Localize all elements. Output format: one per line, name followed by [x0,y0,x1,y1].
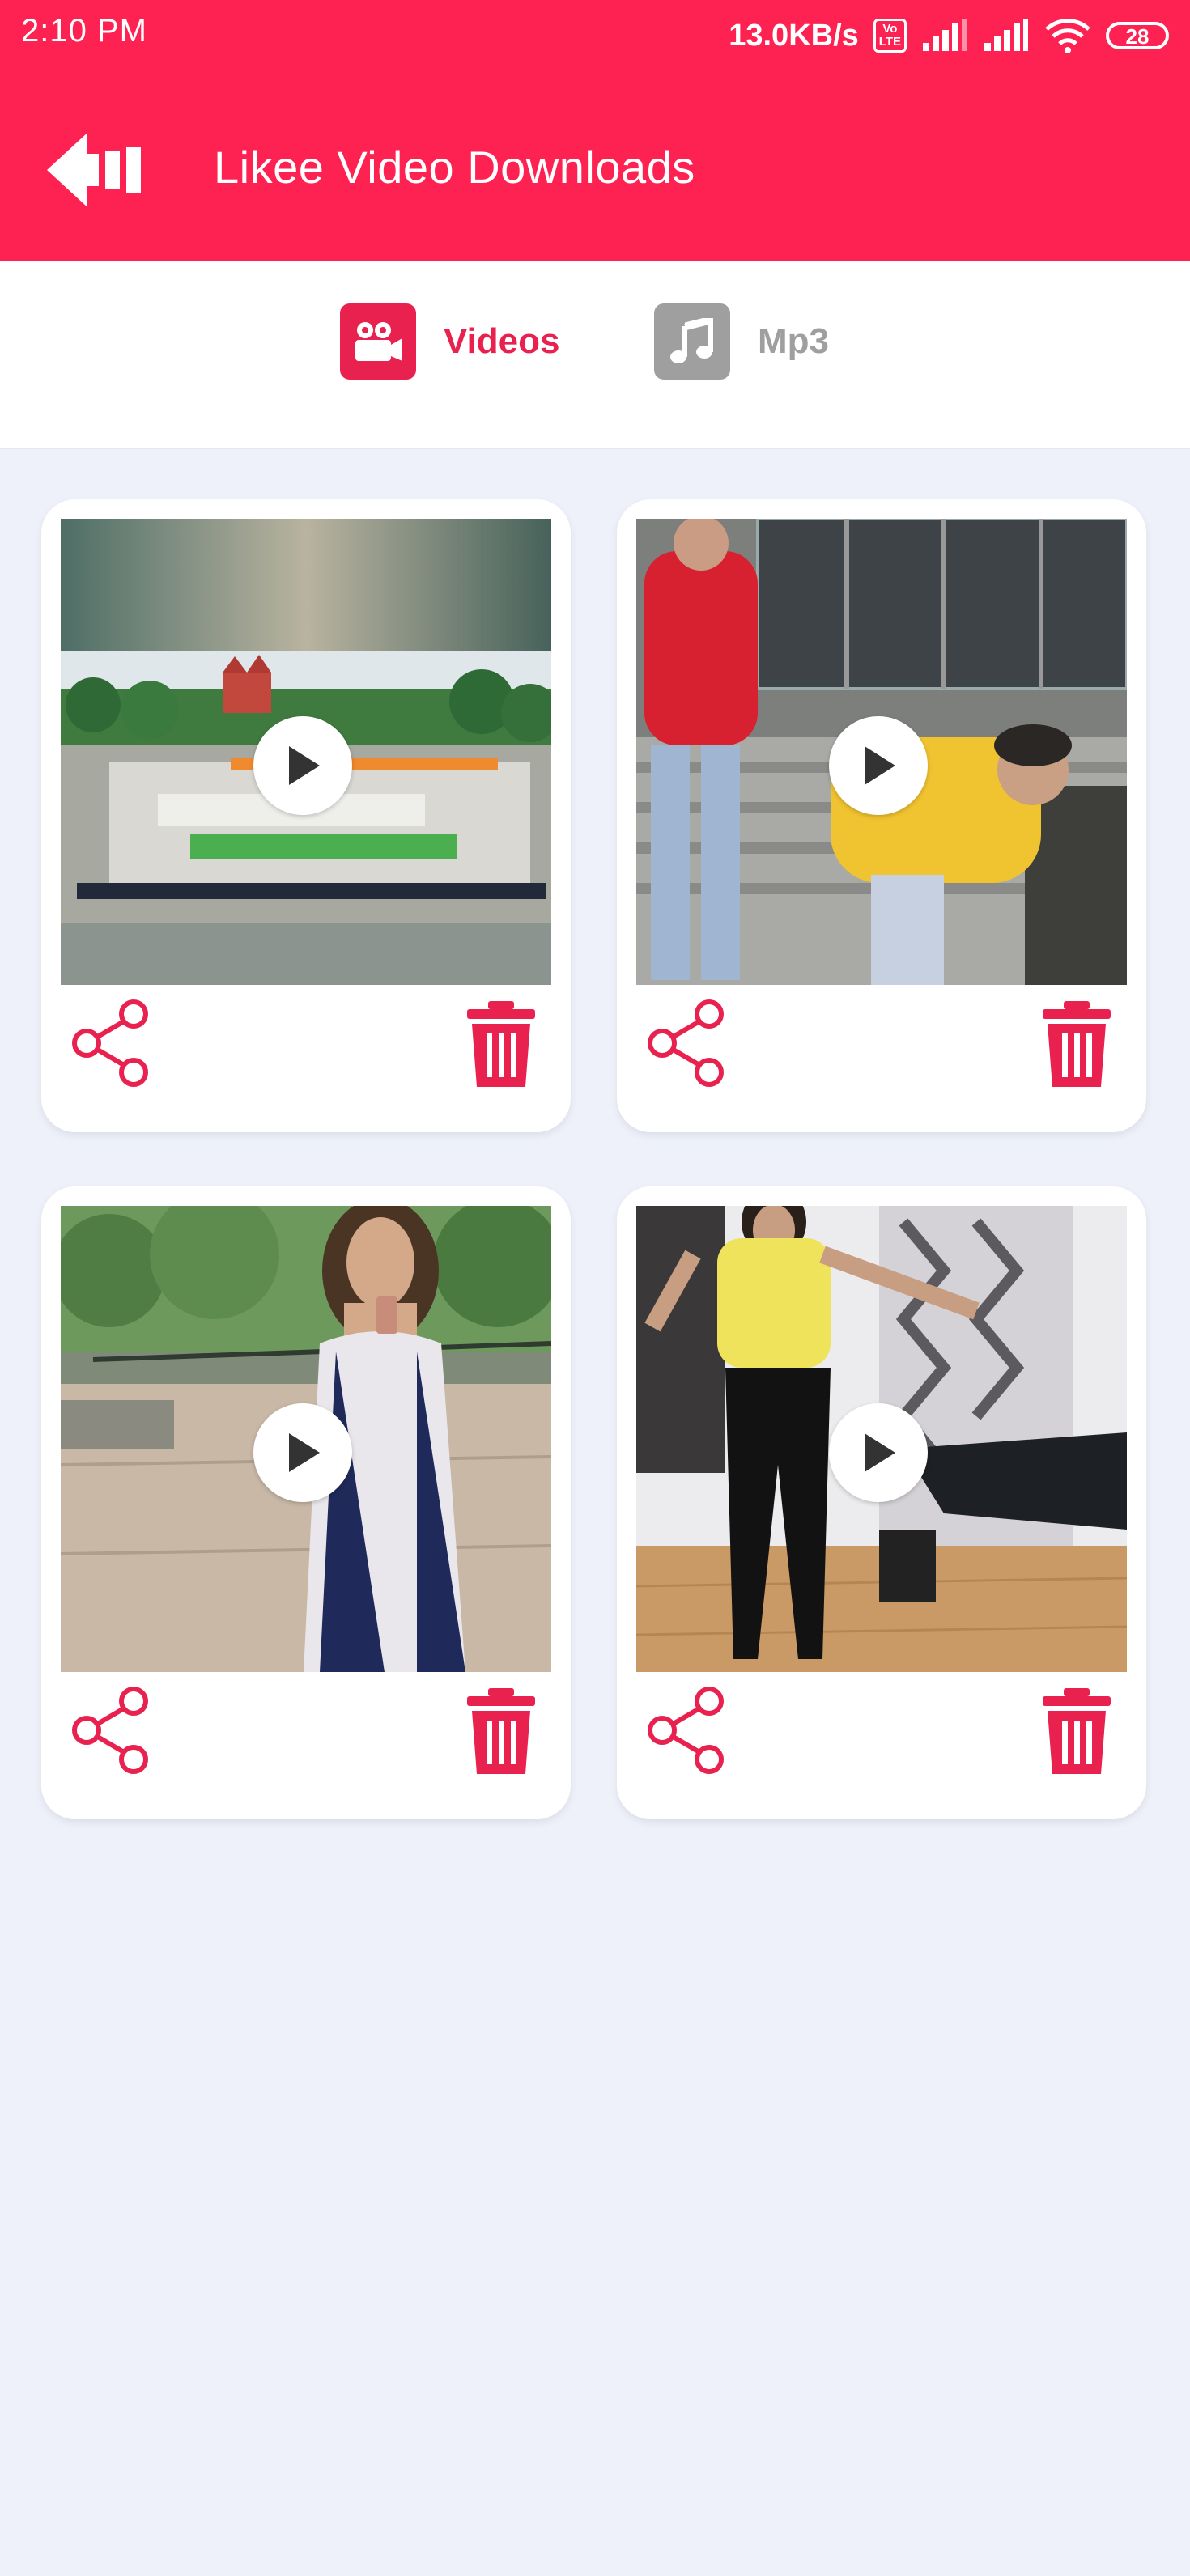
volte-badge: Vo LTE [873,19,907,53]
volte-bottom: LTE [878,35,901,49]
video-camera-icon [340,303,416,380]
delete-button[interactable] [1038,1683,1116,1777]
music-note-icon [654,303,730,380]
play-button[interactable] [829,716,928,815]
network-speed: 13.0KB/s [729,18,859,53]
tab-videos-label: Videos [444,321,560,361]
video-thumbnail[interactable] [636,519,1127,985]
trash-icon [1043,1001,1111,1087]
delete-button[interactable] [1038,996,1116,1090]
play-icon [289,746,320,785]
share-button[interactable] [644,996,729,1090]
volte-top: Vo [882,22,898,36]
share-icon [648,999,724,1087]
video-card [617,1186,1146,1819]
share-icon [648,1687,724,1774]
trash-icon [1043,1688,1111,1774]
share-button[interactable] [644,1683,729,1777]
back-arrow-icon [47,133,141,207]
trash-icon [467,1688,535,1774]
video-thumbnail[interactable] [61,519,551,985]
wifi-icon [1045,19,1090,53]
play-button[interactable] [253,1403,352,1502]
tab-mp3-label: Mp3 [758,321,829,361]
page-title: Likee Video Downloads [214,142,695,193]
share-icon [72,999,148,1087]
delete-button[interactable] [462,996,540,1090]
status-time: 2:10 PM [21,13,147,49]
signal-icon [923,19,967,51]
play-button[interactable] [829,1403,928,1502]
share-icon [72,1687,148,1774]
play-icon [865,1433,895,1472]
video-card [617,499,1146,1132]
video-thumbnail[interactable] [636,1206,1127,1672]
tab-videos[interactable]: Videos [340,303,559,380]
battery-indicator: 28 [1106,22,1169,49]
play-icon [289,1433,320,1472]
video-card [41,1186,571,1819]
app-header: 2:10 PM 13.0KB/s Vo LTE 28 Likee Video D… [0,0,1190,261]
back-button[interactable] [47,129,157,210]
trash-icon [467,1001,535,1087]
share-button[interactable] [69,1683,153,1777]
video-thumbnail[interactable] [61,1206,551,1672]
play-button[interactable] [253,716,352,815]
tab-mp3[interactable]: Mp3 [654,303,829,380]
delete-button[interactable] [462,1683,540,1777]
tab-bar: Videos Mp3 [0,261,1190,449]
play-icon [865,746,895,785]
signal-icon-2 [984,19,1028,51]
status-bar-right: 13.0KB/s Vo LTE 28 [729,11,1169,60]
share-button[interactable] [69,996,153,1090]
video-card [41,499,571,1132]
